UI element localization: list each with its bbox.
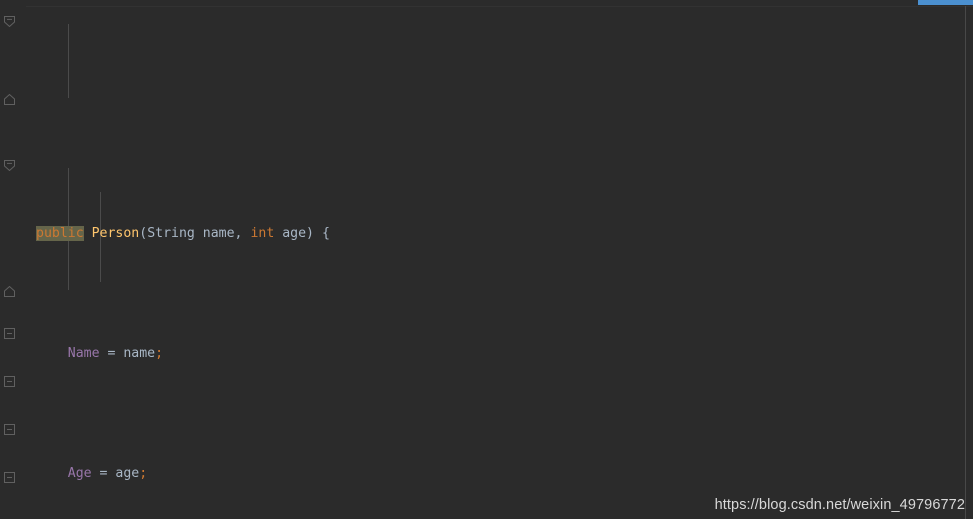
code-editor-window: public Person(String name, int age) { Na… (0, 0, 973, 519)
code-line[interactable]: public Person(String name, int age) { (0, 222, 973, 246)
horizontal-scrollbar-thumb[interactable] (918, 0, 973, 5)
code-line[interactable]: Age = age; (0, 462, 973, 486)
code-text-area[interactable]: public Person(String name, int age) { Na… (0, 6, 973, 519)
watermark-text: https://blog.csdn.net/weixin_49796772 (714, 497, 965, 513)
search-highlight-public: public (36, 226, 84, 241)
code-line[interactable]: Name = name; (0, 342, 973, 366)
constructor-name: Person (91, 226, 140, 241)
indent-guide (68, 24, 69, 98)
